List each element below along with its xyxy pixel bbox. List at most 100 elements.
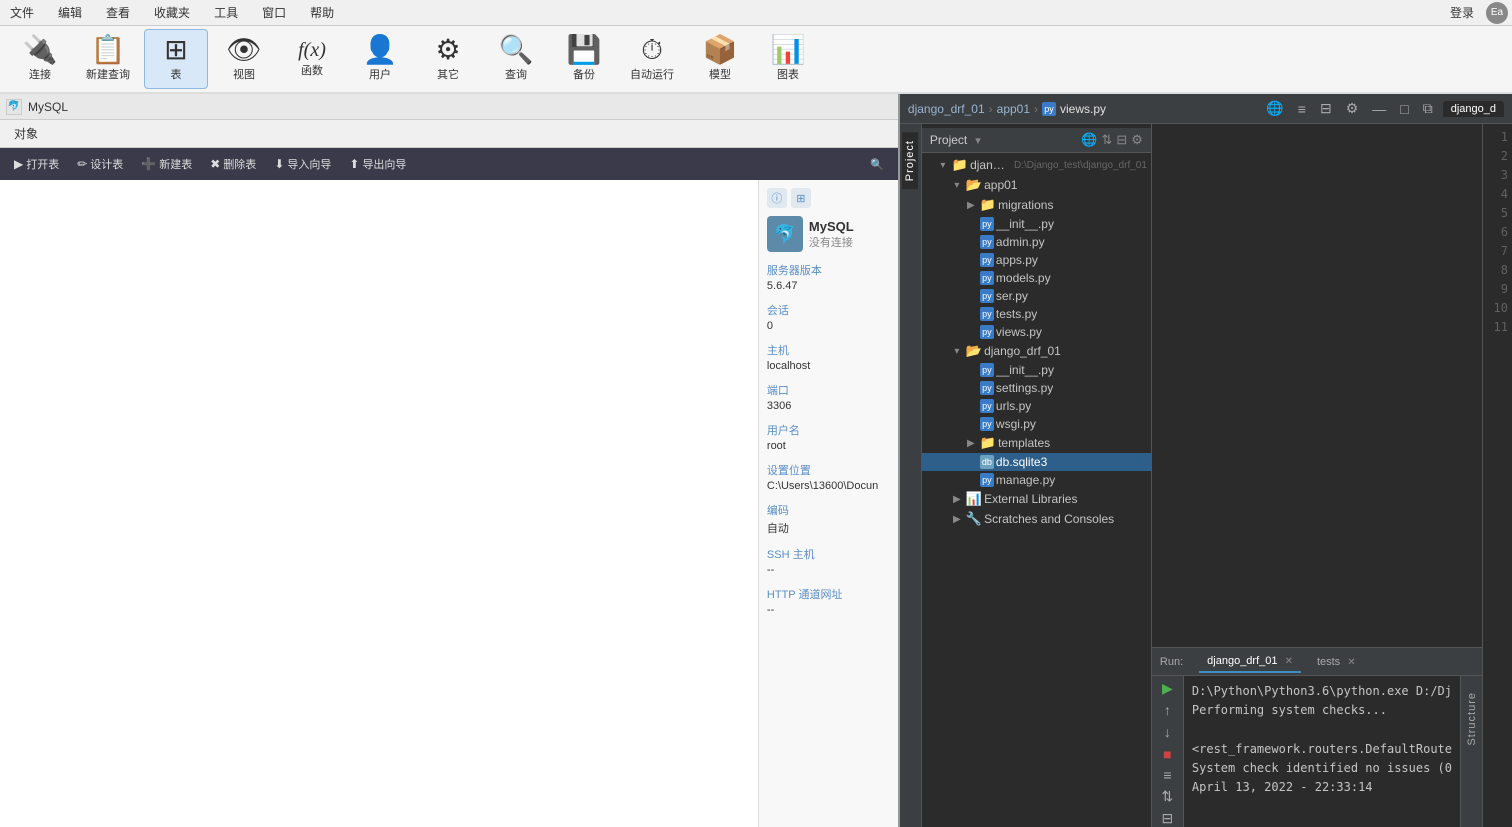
toolbar-function-label: 函数 [301,62,323,78]
templates-folder-icon: 📁 [980,435,996,451]
toolbar-other[interactable]: ⚙ 其它 [416,29,480,89]
design-table-button[interactable]: ✏ 设计表 [69,153,131,175]
run-sort-button[interactable]: ⇅ [1156,788,1178,806]
menu-item-window[interactable]: 窗口 [256,2,292,23]
tree-wsgi-py[interactable]: py wsgi.py [922,415,1151,433]
menu-item-tools[interactable]: 工具 [208,2,244,23]
tree-gear-icon[interactable]: ⚙ [1131,132,1143,148]
run-stop-button[interactable]: ■ [1156,745,1178,763]
tree-manage-py[interactable]: py manage.py [922,471,1151,489]
user-row: 用户名 root [767,422,890,452]
line-3: 3 [1483,166,1508,185]
object-bar: 对象 [0,120,898,148]
split-icon[interactable]: ⊟ [1316,98,1336,119]
code-editor[interactable] [1152,124,1482,647]
tree-init-py-drf01[interactable]: py __init__.py [922,361,1151,379]
tree-django-drf01-folder[interactable]: ▾ 📂 django_drf_01 [922,341,1151,361]
globe-icon[interactable]: 🌐 [1262,98,1287,119]
tree-init-py-app01[interactable]: py __init__.py [922,215,1151,233]
menu-item-favorites[interactable]: 收藏夹 [148,2,196,23]
tree-apps-py[interactable]: py apps.py [922,251,1151,269]
breadcrumb-project[interactable]: django_drf_01 [908,102,985,116]
info-icon-btn-i[interactable]: ⓘ [767,188,787,208]
tree-tests-py[interactable]: py tests.py [922,305,1151,323]
run-scroll-down-button[interactable]: ↓ [1156,723,1178,741]
tree-sort-icon[interactable]: ⇅ [1101,132,1112,148]
tree-root-label: django_drf_01 [970,158,1008,172]
settings-gear-icon[interactable]: ⚙ [1342,98,1363,119]
toolbar-table[interactable]: ⊞ 表 [144,29,208,89]
project-sidebar-label[interactable]: Project [902,132,918,189]
open-table-button[interactable]: ▶ 打开表 [6,153,67,175]
user-value: root [767,440,890,452]
ide-actions: 🌐 ≡ ⊟ ⚙ — □ ⧉ django_d [1262,98,1504,119]
avatar[interactable]: Ea [1486,2,1508,24]
tree-db-sqlite3[interactable]: db db.sqlite3 [922,453,1151,471]
toolbar-model[interactable]: 📦 模型 [688,29,752,89]
run-tab-tests-close[interactable]: ✕ [1347,657,1355,668]
tree-expand-icon[interactable]: ⊟ [1116,132,1127,148]
login-button[interactable]: 登录 [1444,2,1480,23]
import-wizard-button[interactable]: ⬇ 导入向导 [266,153,339,175]
tree-app01-folder[interactable]: ▾ 📂 app01 [922,175,1151,195]
format-icon[interactable]: ≡ [1294,99,1310,119]
tree-settings-py[interactable]: py settings.py [922,379,1151,397]
design-table-label: 设计表 [90,156,123,172]
left-panel: 🐬 MySQL 对象 ▶ 打开表 ✏ 设计表 ➕ 新建表 ✖ 删除表 [0,94,900,827]
menu-item-help[interactable]: 帮助 [304,2,340,23]
menu-item-view[interactable]: 查看 [100,2,136,23]
tree-views-py[interactable]: py views.py [922,323,1151,341]
info-icon-btn-grid[interactable]: ⊞ [791,188,811,208]
structure-label[interactable]: Structure [1464,684,1480,754]
toolbar-user[interactable]: 👤 用户 [348,29,412,89]
tree-ser-label: ser.py [996,289,1028,303]
toolbar-connect[interactable]: 🔌 连接 [8,29,72,89]
import-wizard-label: 导入向导 [287,156,331,172]
toolbar-new-query[interactable]: 📋 新建查询 [76,29,140,89]
tree-globe-icon[interactable]: 🌐 [1081,132,1097,148]
ide-active-tab[interactable]: django_d [1443,101,1504,117]
run-clear-button[interactable]: ⊟ [1156,809,1178,827]
info-title-block: MySQL 没有连接 [809,219,854,250]
tree-templates-folder[interactable]: ▶ 📁 templates [922,433,1151,453]
server-version-value: 5.6.47 [767,280,890,292]
export-wizard-button[interactable]: ⬆ 导出向导 [341,153,414,175]
tree-models-py[interactable]: py models.py [922,269,1151,287]
run-tab-tests[interactable]: tests ✕ [1309,652,1364,672]
menu-item-edit[interactable]: 编辑 [52,2,88,23]
tree-header: Project ▾ 🌐 ⇅ ⊟ ⚙ [922,128,1151,153]
maximize-icon[interactable]: □ [1396,99,1412,119]
toolbar-backup[interactable]: 💾 备份 [552,29,616,89]
minimize-icon[interactable]: — [1368,99,1390,119]
run-tab-django[interactable]: django_drf_01 ✕ [1199,651,1301,673]
restore-icon[interactable]: ⧉ [1419,98,1437,119]
tree-drf01-label: django_drf_01 [984,344,1061,358]
run-tab-django-close[interactable]: ✕ [1285,656,1293,667]
toolbar-auto-run[interactable]: ⏱ 自动运行 [620,29,684,89]
toolbar-chart[interactable]: 📊 图表 [756,29,820,89]
toolbar-view[interactable]: 👁 视图 [212,29,276,89]
project-dropdown-icon[interactable]: ▾ [975,134,981,147]
tree-ser-py[interactable]: py ser.py [922,287,1151,305]
toolbar-query[interactable]: 🔍 查询 [484,29,548,89]
line-7: 7 [1483,242,1508,261]
tree-scratches[interactable]: ▶ 🔧 Scratches and Consoles [922,509,1151,529]
search-button[interactable]: 🔍 [862,155,892,174]
toolbar-function[interactable]: f(x) 函数 [280,29,344,89]
tree-admin-py[interactable]: py admin.py [922,233,1151,251]
run-rerun-button[interactable]: ▶ [1156,680,1178,698]
breadcrumb-file[interactable]: views.py [1060,102,1106,116]
run-scroll-up-button[interactable]: ↑ [1156,702,1178,720]
tree-migrations-folder[interactable]: ▶ 📁 migrations [922,195,1151,215]
line-9: 9 [1483,280,1508,299]
delete-table-button[interactable]: ✖ 删除表 [202,153,264,175]
tree-urls-py[interactable]: py urls.py [922,397,1151,415]
run-wrap-button[interactable]: ≡ [1156,766,1178,784]
tree-external-libs[interactable]: ▶ 📊 External Libraries [922,489,1151,509]
db-label-row: 🐬 MySQL [0,94,898,120]
breadcrumb-app[interactable]: app01 [997,102,1030,116]
new-table-button[interactable]: ➕ 新建表 [133,153,200,175]
menu-item-file[interactable]: 文件 [4,2,40,23]
tree-root[interactable]: ▾ 📁 django_drf_01 D:\Django_test\django_… [922,155,1151,175]
main-area: 🐬 MySQL 对象 ▶ 打开表 ✏ 设计表 ➕ 新建表 ✖ 删除表 [0,94,1512,827]
